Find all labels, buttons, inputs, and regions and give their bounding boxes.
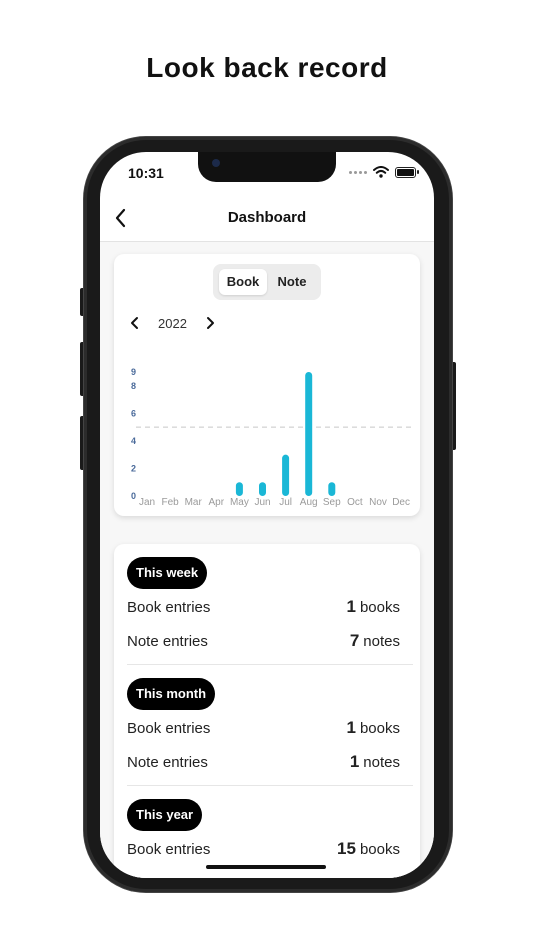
status-icons [349,166,419,178]
year-book-count: 15 [337,839,356,858]
week-book-count: 1 [346,597,356,616]
previous-year-chevron-icon[interactable] [126,314,144,332]
y-tick-label: 6 [131,408,136,418]
x-tick-label: Feb [161,497,179,508]
week-note-entries-value: 7 notes [350,631,400,651]
monthly-bar-chart: 0 2 4 6 8 9 Jan Feb Mar Apr May Jun Jul Aug Sep Oct Nov D… [131,367,412,508]
x-tick-label: Jan [139,497,155,508]
month-note-entries-label: Note entries [127,754,208,771]
wifi-icon [373,166,389,178]
week-note-entries-label: Note entries [127,633,208,650]
x-tick-label: Jun [254,497,270,508]
page-headline: Look back record [146,52,388,83]
x-tick-label: Aug [300,497,318,508]
week-note-count: 7 [349,631,360,650]
bar-jun[interactable] [259,482,266,496]
y-tick-label: 0 [131,491,136,501]
nav-title: Dashboard [227,209,307,226]
y-tick-label: 2 [131,463,136,473]
segment-book[interactable]: Book [219,269,267,295]
this-year-pill: This year [127,799,203,831]
year-label: 2022 [158,315,187,331]
y-tick-label: 8 [131,381,136,391]
y-tick-label: 9 [131,367,136,377]
divider [127,785,413,786]
status-time: 10:31 [128,165,164,181]
bar-aug[interactable] [305,372,313,496]
home-indicator[interactable] [206,865,326,869]
x-tick-label: Sep [323,497,341,508]
x-tick-label: Nov [369,497,387,508]
week-book-entries-value: 1 books [347,597,401,617]
month-book-unit: books [359,720,400,737]
this-week-pill: This week [127,557,208,589]
this-month-pill: This month [127,678,216,710]
x-tick-label: Dec [392,497,410,508]
bar-jul[interactable] [282,454,290,496]
week-book-unit: books [359,599,400,616]
month-book-entries-value: 1 books [347,718,401,738]
front-camera [212,159,220,167]
month-note-count: 1 [349,752,360,771]
week-note-unit: notes [363,633,400,650]
notch [198,152,336,182]
y-tick-label: 4 [131,436,136,446]
segment-note[interactable]: Note [269,269,315,295]
dashboard-content: Book Note 2022 0 2 4 6 8 9 Jan Feb Mar Apr May Jun J… [100,242,434,878]
battery-icon [395,166,419,178]
x-tick-label: Oct [347,497,363,508]
x-tick-label: Mar [185,497,203,508]
month-note-unit: notes [363,754,400,771]
x-tick-label: Jul [279,497,292,508]
month-book-entries-label: Book entries [127,720,211,737]
x-tick-label: May [230,497,249,508]
week-book-entries-label: Book entries [127,599,211,616]
year-book-entries-label: Book entries [127,841,211,858]
year-selector: 2022 [126,314,219,332]
phone-screen: 10:31 Dashboard Book Note 2022 0 2 4 6 8… [100,152,434,878]
chart-card: Book Note 2022 0 2 4 6 8 9 Jan Feb Mar Apr May Jun J… [114,254,420,516]
x-tick-label: Apr [209,497,225,508]
divider [127,664,413,665]
bar-may[interactable] [235,482,243,496]
year-book-unit: books [359,841,400,858]
month-note-entries-value: 1 notes [350,752,400,772]
nav-bar: Dashboard [100,196,434,242]
signal-dots-icon [349,170,367,174]
bar-sep[interactable] [328,482,336,496]
year-book-entries-value: 15 books [337,839,400,859]
month-book-count: 1 [346,718,356,737]
stats-card: This week Book entries 1 books Note entri… [114,544,420,878]
next-year-chevron-icon[interactable] [201,314,219,332]
book-note-segmented-control: Book Note [213,264,321,300]
